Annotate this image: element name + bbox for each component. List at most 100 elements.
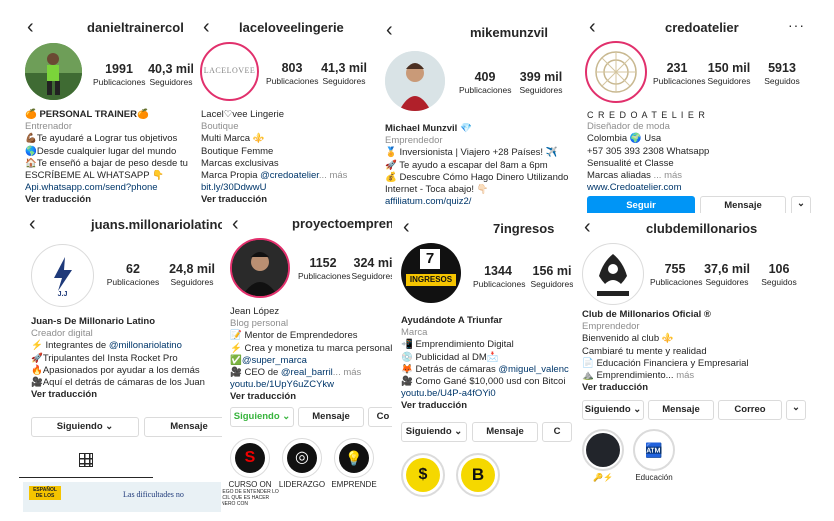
- more-link[interactable]: ... más: [654, 170, 683, 181]
- translate-link[interactable]: Ver traducción: [401, 400, 569, 412]
- more-link[interactable]: ... más: [319, 170, 348, 181]
- bio-text: ⚡ Integrantes de: [31, 340, 109, 352]
- stat-followers[interactable]: 324 mi Seguidores: [350, 256, 392, 282]
- bio-link[interactable]: www.Credoatelier.com: [587, 182, 709, 194]
- stat-followers[interactable]: 24,8 mil Seguidores: [163, 262, 221, 288]
- bio-link[interactable]: Api.whatsapp.com/send?phone: [25, 182, 188, 194]
- more-link[interactable]: ... más: [333, 367, 362, 378]
- stat-posts[interactable]: 1991 Publicaciones: [93, 62, 145, 88]
- username: proyectoemprende: [292, 216, 392, 231]
- highlight-educacion[interactable]: 🏧: [633, 429, 675, 471]
- stat-posts[interactable]: 755 Publicaciones: [650, 262, 702, 288]
- translate-link[interactable]: Ver traducción: [582, 382, 749, 394]
- stat-following[interactable]: 5913 Seguidos: [757, 61, 807, 87]
- bio-line: Colombia 🌍 Usa: [587, 133, 662, 145]
- tab-indicator: [19, 477, 153, 478]
- avatar-logo-text: LACELOVEE: [203, 66, 256, 75]
- highlight-emprende[interactable]: 💡: [334, 438, 374, 478]
- translate-link[interactable]: Ver traducción: [31, 389, 205, 401]
- back-arrow-icon[interactable]: ‹: [589, 17, 596, 37]
- highlight-label: Educación: [635, 473, 673, 482]
- avatar[interactable]: [582, 243, 644, 305]
- bitcoin-icon: B: [461, 458, 495, 492]
- stat-followers[interactable]: 150 mil Seguidores: [703, 61, 755, 87]
- profile-header: ‹ danieltrainercol: [17, 13, 197, 43]
- avatar[interactable]: [230, 238, 290, 298]
- avatar[interactable]: LACELOVEE: [200, 42, 259, 101]
- more-link[interactable]: más: [674, 370, 694, 381]
- translate-link[interactable]: Ver traducción: [201, 194, 347, 206]
- message-button[interactable]: Mensaje: [648, 400, 714, 420]
- following-button[interactable]: Siguiendo ⌄: [401, 422, 467, 442]
- more-button[interactable]: ⌄: [786, 400, 806, 420]
- translate-link[interactable]: Ver traducción: [230, 391, 392, 403]
- stat-followers[interactable]: 399 mil Seguidores: [513, 70, 569, 96]
- stat-followers[interactable]: 41,3 mil Seguidores: [318, 61, 370, 87]
- stat-value: 106: [768, 262, 790, 276]
- email-button[interactable]: Correo: [718, 400, 782, 420]
- stat-followers[interactable]: 40,3 mil Seguidores: [145, 62, 197, 88]
- stat-followers[interactable]: 37,6 mil Seguidores: [701, 262, 753, 288]
- stat-posts[interactable]: 62 Publicaciones: [105, 262, 161, 288]
- bio: Club de Millonarios Oficial ® Emprendedo…: [582, 309, 749, 394]
- stat-label: Seguidores: [707, 76, 751, 86]
- back-arrow-icon[interactable]: ‹: [386, 20, 393, 40]
- back-arrow-icon[interactable]: ‹: [584, 217, 591, 237]
- highlight-1[interactable]: [582, 429, 624, 471]
- following-button[interactable]: Siguiendo ⌄: [31, 417, 139, 437]
- back-arrow-icon[interactable]: ‹: [403, 217, 410, 237]
- stat-posts[interactable]: 409 Publicaciones: [459, 70, 511, 96]
- profile-name: Club de Millonarios Oficial ®: [582, 309, 711, 320]
- back-arrow-icon[interactable]: ‹: [203, 17, 210, 37]
- bio-line: 🎥Aquí el detrás de cámaras de los Juan: [31, 377, 205, 389]
- stat-label: Publicaciones: [266, 76, 319, 86]
- mention-link[interactable]: @real_barril: [281, 367, 333, 378]
- message-button[interactable]: Mensaje: [472, 422, 538, 442]
- stat-posts[interactable]: 1152 Publicaciones: [298, 256, 350, 282]
- profile-proyectoemprende: ‹ proyectoemprende 1152 Publicaciones 32…: [222, 210, 392, 515]
- stat-followers[interactable]: 156 mi Seguidores: [527, 264, 573, 290]
- highlight-liderazgo[interactable]: ◎: [282, 438, 322, 478]
- following-button[interactable]: Siguiendo ⌄: [582, 400, 644, 420]
- post-thumbnail-text[interactable]: LUEGO DE ENTENDER LO FÁCIL QUE ES HACER …: [222, 489, 286, 507]
- bio-link[interactable]: youtu.be/1UpY6uZCYkw: [230, 379, 392, 391]
- back-arrow-icon[interactable]: ‹: [232, 214, 239, 234]
- bio-link[interactable]: bit.ly/30DdwwU: [201, 182, 347, 194]
- stat-label: Seguidores: [149, 77, 193, 87]
- message-button[interactable]: Mensaje: [144, 417, 225, 437]
- avatar[interactable]: [25, 43, 82, 100]
- highlight-bitcoin[interactable]: B: [456, 453, 500, 497]
- message-button[interactable]: Mensaje: [298, 407, 364, 427]
- avatar[interactable]: 7 INGRESOS: [401, 243, 461, 303]
- stat-label: Seguidores: [322, 76, 366, 86]
- stat-posts[interactable]: 803 Publicaciones: [266, 61, 318, 87]
- stat-following[interactable]: 106 Seguidos: [754, 262, 804, 288]
- back-arrow-icon[interactable]: ‹: [29, 214, 36, 234]
- bio-line: ⚡ Integrantes de @millonariolatino: [31, 340, 205, 352]
- avatar[interactable]: [585, 41, 647, 103]
- contact-button[interactable]: C: [542, 422, 572, 442]
- following-button[interactable]: Siguiendo ⌄: [230, 407, 294, 427]
- mention-link[interactable]: @super_marca: [242, 355, 307, 366]
- mention-link[interactable]: @miguel_valenc: [498, 364, 568, 375]
- highlight-curso[interactable]: S: [230, 438, 270, 478]
- more-options-icon[interactable]: ···: [788, 17, 805, 33]
- post-thumbnail[interactable]: ESPAÑOL DE LOS Las dificultades no: [23, 482, 221, 512]
- bio-link[interactable]: affiliatum.com/quiz2/: [385, 196, 568, 208]
- bio-line: Bienvenido al club ⚜️: [582, 333, 674, 345]
- translate-link[interactable]: Ver traducción: [25, 194, 188, 206]
- stat-value: 399 mil: [519, 70, 563, 84]
- target-icon: ◎: [287, 443, 317, 473]
- stat-posts[interactable]: 231 Publicaciones: [653, 61, 705, 87]
- contact-button[interactable]: Co: [368, 407, 392, 427]
- profile-category: Boutique: [201, 121, 239, 133]
- grid-tab[interactable]: [79, 453, 93, 467]
- bio-link[interactable]: youtu.be/U4P-a4fOYi0: [401, 388, 569, 400]
- highlight-money[interactable]: $: [401, 453, 445, 497]
- mention-link[interactable]: @millonariolatino: [109, 340, 182, 351]
- stat-posts[interactable]: 1344 Publicaciones: [473, 264, 525, 290]
- avatar[interactable]: J.J: [31, 244, 94, 307]
- mention-link[interactable]: @credoatelier: [260, 170, 319, 181]
- back-arrow-icon[interactable]: ‹: [27, 17, 34, 37]
- avatar[interactable]: [385, 51, 445, 111]
